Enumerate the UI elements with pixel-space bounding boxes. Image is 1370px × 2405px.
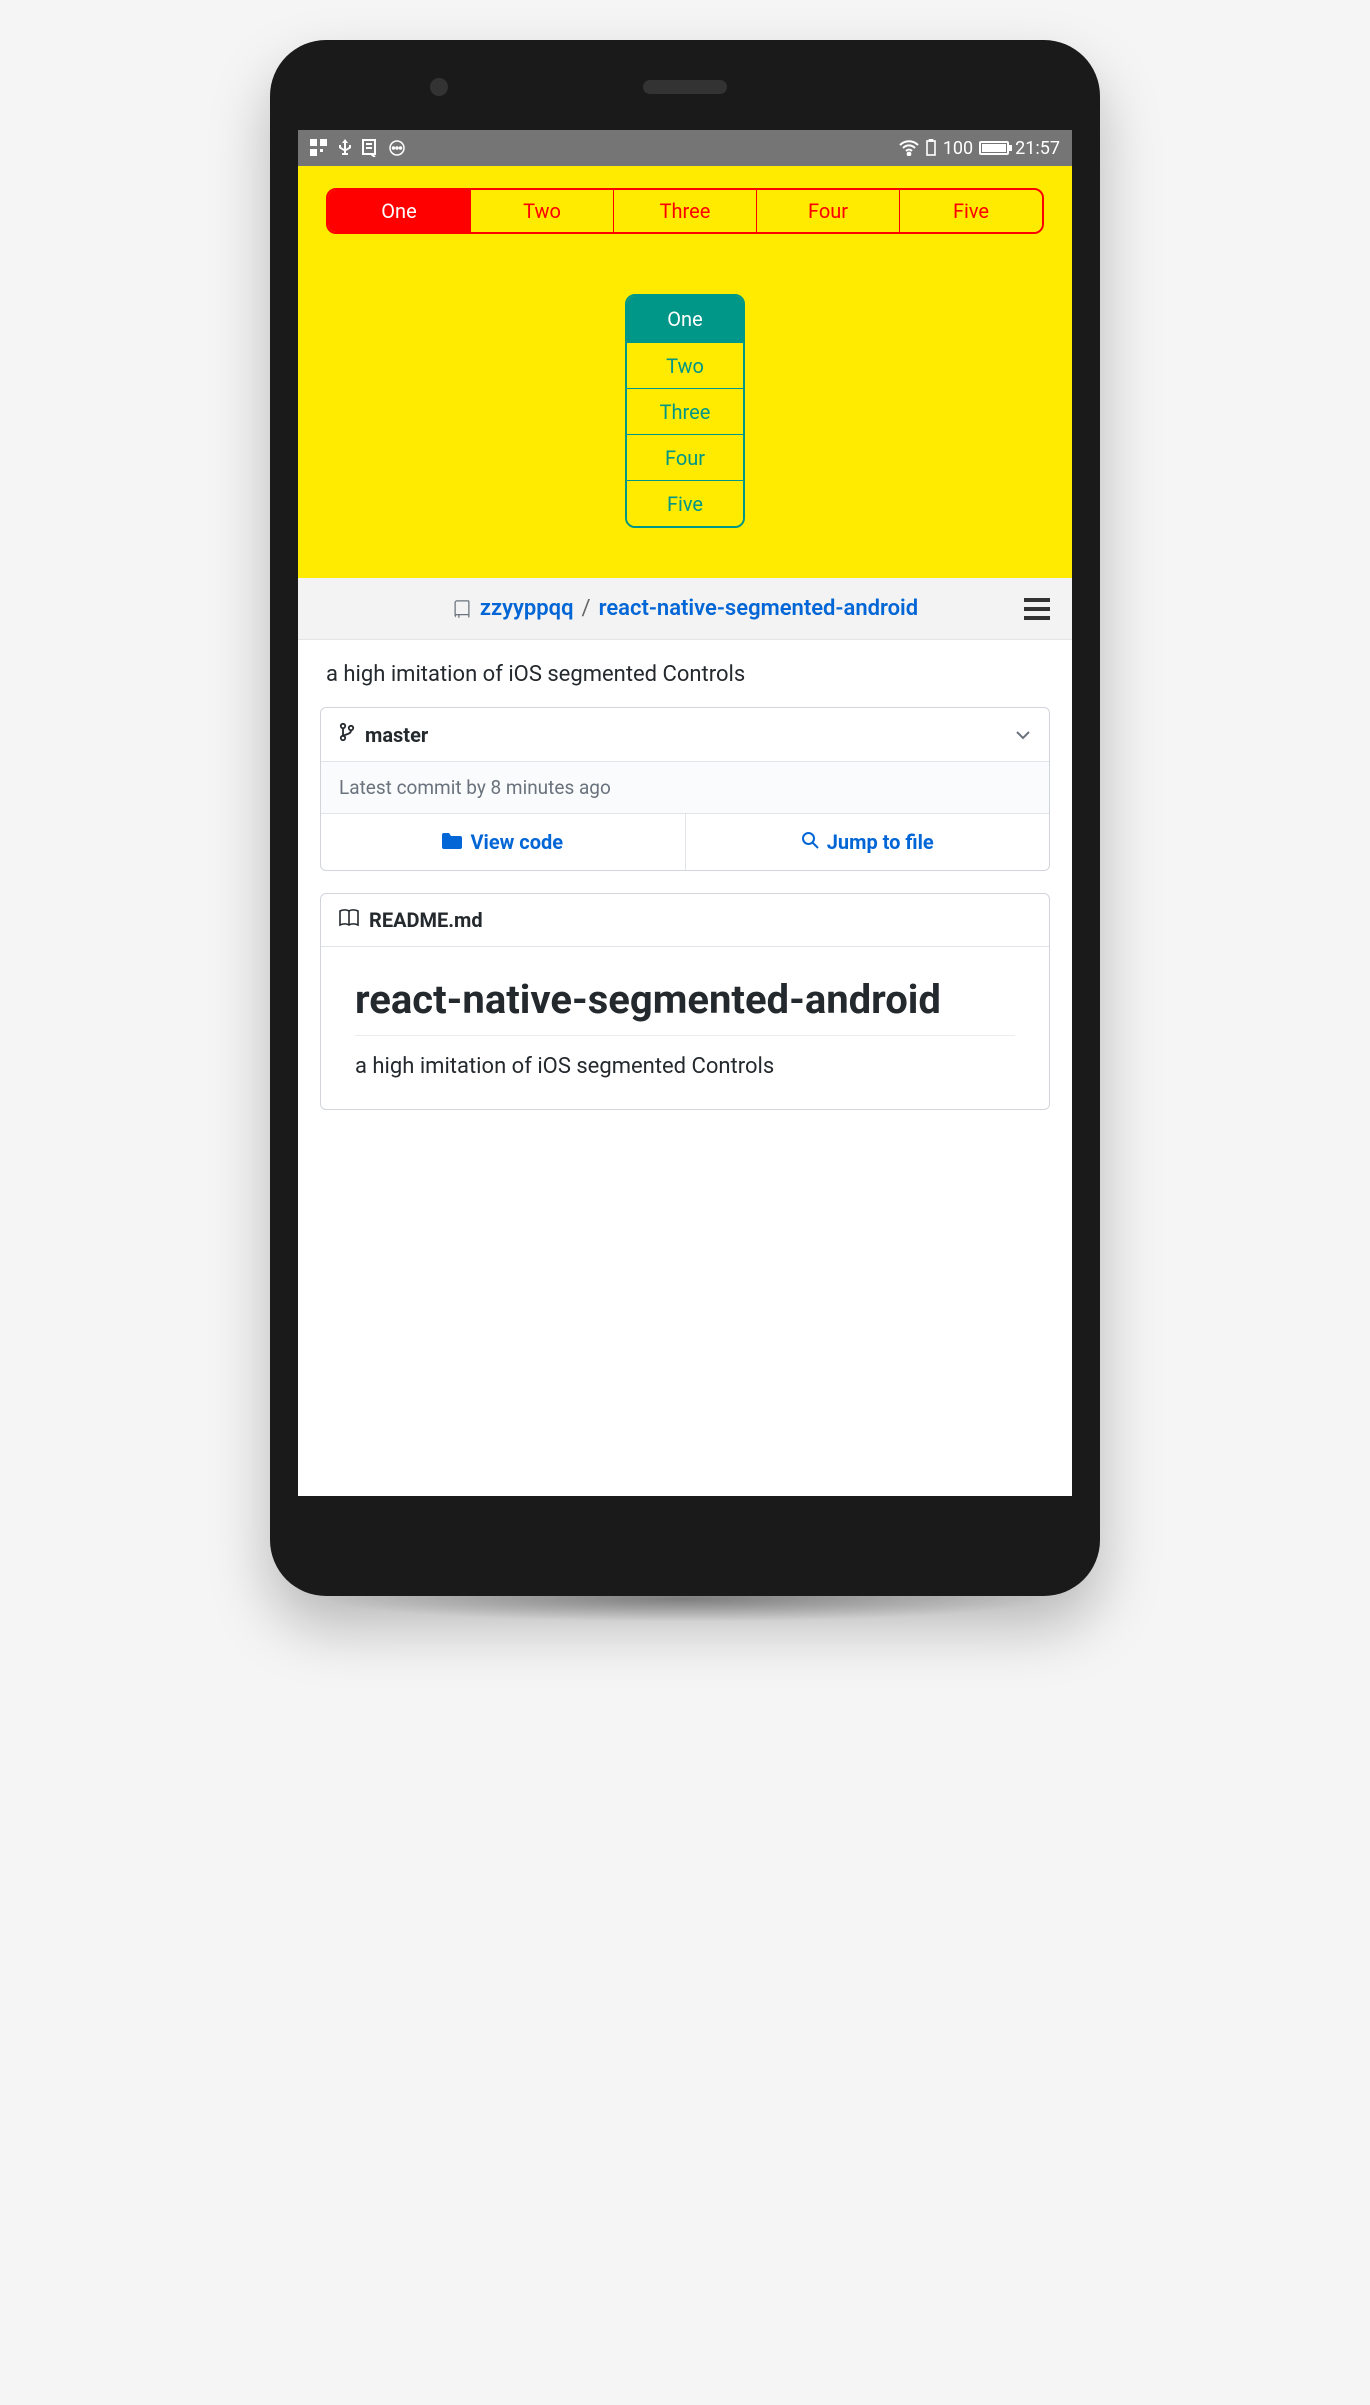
branch-icon — [339, 722, 355, 747]
hamburger-menu-icon[interactable] — [1024, 598, 1050, 620]
seg-h-item-one[interactable]: One — [328, 190, 470, 232]
repo-header: zzyyppqq / react-native-segmented-androi… — [298, 578, 1072, 640]
repo-files-box: master Latest commit by 8 minutes ago Vi… — [320, 707, 1050, 871]
battery-percent: 100 — [943, 138, 973, 159]
seg-h-item-two[interactable]: Two — [470, 190, 613, 232]
seg-v-item-one[interactable]: One — [627, 296, 743, 342]
device-camera — [430, 78, 448, 96]
demo-area: OneTwoThreeFourFive OneTwoThreeFourFive — [298, 166, 1072, 578]
debug-icon — [362, 139, 378, 157]
seg-h-item-four[interactable]: Four — [756, 190, 899, 232]
battery-icon — [979, 141, 1009, 155]
view-code-label: View code — [470, 830, 563, 854]
status-left — [310, 139, 406, 157]
battery-outline-icon — [925, 139, 937, 157]
repo-actions: View code Jump to file — [321, 814, 1049, 870]
branch-name: master — [365, 723, 428, 747]
wifi-icon — [899, 140, 919, 156]
seg-v-item-five[interactable]: Five — [627, 480, 743, 526]
seg-h-item-five[interactable]: Five — [899, 190, 1042, 232]
owner-link[interactable]: zzyyppqq — [480, 596, 574, 621]
jump-to-file-label: Jump to file — [827, 830, 934, 854]
readme-header: README.md — [321, 894, 1049, 947]
seg-v-item-three[interactable]: Three — [627, 388, 743, 434]
clock-text: 21:57 — [1015, 138, 1060, 159]
chevron-down-icon — [1015, 725, 1031, 744]
branch-selector[interactable]: master — [321, 708, 1049, 762]
breadcrumb-separator: / — [582, 596, 591, 621]
usb-icon — [338, 139, 352, 157]
readme-filename: README.md — [369, 908, 483, 932]
segmented-horizontal: OneTwoThreeFourFive — [326, 188, 1044, 234]
view-code-button[interactable]: View code — [321, 814, 686, 870]
folder-icon — [442, 830, 462, 854]
readme-box: README.md react-native-segmented-android… — [320, 893, 1050, 1110]
readme-body: react-native-segmented-android a high im… — [321, 947, 1049, 1109]
repo-description: a high imitation of iOS segmented Contro… — [298, 640, 1072, 701]
seg-v-item-four[interactable]: Four — [627, 434, 743, 480]
apps-icon — [310, 139, 328, 157]
segmented-vertical: OneTwoThreeFourFive — [625, 294, 745, 528]
jump-to-file-button[interactable]: Jump to file — [686, 814, 1050, 870]
latest-commit-text: Latest commit by 8 minutes ago — [321, 762, 1049, 814]
repo-link[interactable]: react-native-segmented-android — [599, 596, 919, 621]
device-screen: 100 21:57 OneTwoThreeFourFive OneTwoThre… — [298, 130, 1072, 1496]
status-right: 100 21:57 — [899, 138, 1060, 159]
readme-title: react-native-segmented-android — [355, 977, 1015, 1036]
book-icon — [339, 908, 359, 932]
device-frame: 100 21:57 OneTwoThreeFourFive OneTwoThre… — [270, 40, 1100, 1596]
repo-icon — [452, 598, 472, 620]
device-speaker — [643, 80, 727, 94]
seg-v-item-two[interactable]: Two — [627, 342, 743, 388]
readme-text: a high imitation of iOS segmented Contro… — [355, 1054, 1015, 1079]
status-bar: 100 21:57 — [298, 130, 1072, 166]
seg-h-item-three[interactable]: Three — [613, 190, 756, 232]
search-icon — [801, 830, 819, 854]
breadcrumb: zzyyppqq / react-native-segmented-androi… — [346, 596, 1024, 621]
more-icon — [388, 139, 406, 157]
